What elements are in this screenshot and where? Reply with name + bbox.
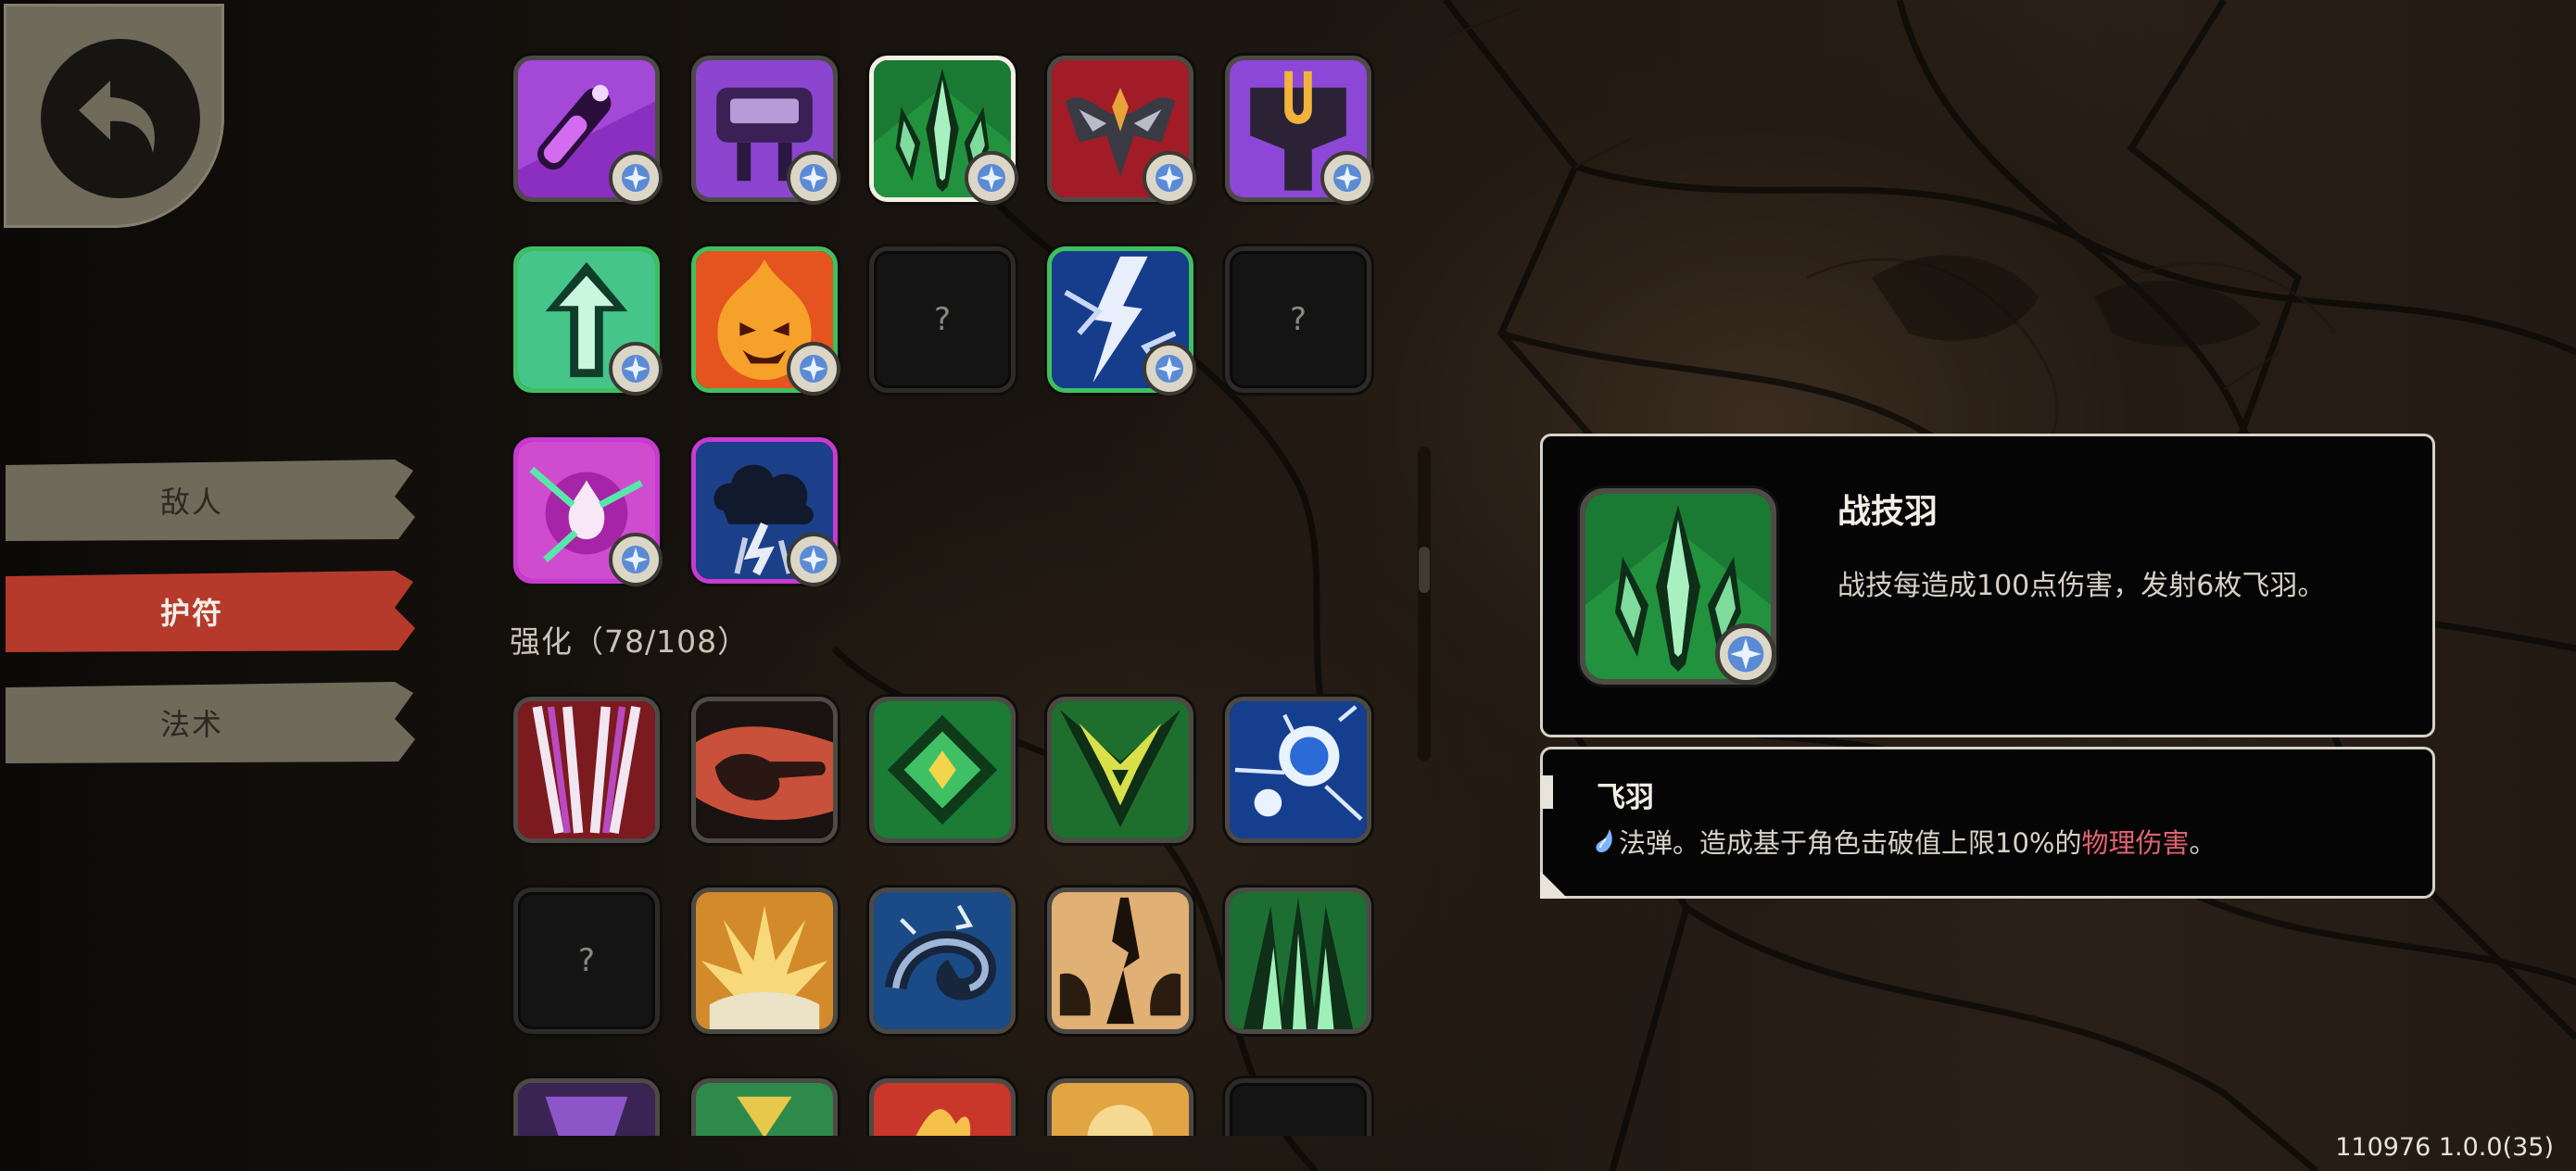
- amulet-slot-locked[interactable]: ?: [869, 246, 1016, 393]
- enhance-slot-winged-mask[interactable]: [1047, 697, 1193, 843]
- detail-description: 战技每造成100点伤害，发射6枚飞羽。: [1837, 570, 2326, 602]
- amulet-slot-battle-feather-selected[interactable]: [869, 56, 1018, 205]
- enhance-slot-pointing-hand[interactable]: [691, 697, 838, 843]
- enhance-slot-ground-burst[interactable]: [691, 888, 838, 1034]
- enhance-slot-crack-hands[interactable]: [1047, 888, 1193, 1034]
- enhance-slot-partial[interactable]: [1047, 1078, 1193, 1136]
- keyword-text-suffix: 。: [2189, 827, 2216, 859]
- tab-spells[interactable]: 法术: [6, 682, 415, 763]
- tab-spells-label: 法术: [159, 707, 223, 742]
- enhance-slot-storm-eel[interactable]: [869, 888, 1016, 1034]
- enhance-slot-partial-locked[interactable]: [1225, 1078, 1371, 1136]
- amulet-slot-magnet-shield[interactable]: [1225, 56, 1374, 205]
- amulet-slot-tree-arrow[interactable]: [513, 246, 663, 396]
- green-spikes-icon: [1230, 892, 1367, 1029]
- plus-star-badge-icon: [609, 151, 663, 205]
- plus-star-badge-icon: [1143, 151, 1196, 205]
- tab-enemies[interactable]: 敌人: [6, 460, 415, 541]
- keyword-text-prefix: 法弹。造成基于角色击破值上限10%的: [1619, 827, 2082, 859]
- fire-icon: [874, 1083, 1011, 1136]
- detail-amulet-icon: [1580, 488, 1776, 685]
- scrollbar-thumb[interactable]: [1419, 547, 1430, 593]
- green-diamond-icon: [874, 701, 1011, 838]
- enhance-slot-partial[interactable]: [869, 1078, 1016, 1136]
- locked-question-mark: ?: [577, 942, 596, 979]
- detail-title: 战技羽: [1837, 493, 1938, 531]
- plus-star-badge-icon: [1320, 151, 1374, 205]
- purple-armor-icon: [518, 1083, 655, 1136]
- enhance-slot-claw-streaks[interactable]: [513, 697, 660, 843]
- sun-icon: [1052, 1083, 1189, 1136]
- keyword-detail-panel: 飞羽 法弹。造成基于角色击破值上限10%的 物理伤害。: [1540, 747, 2435, 899]
- plus-star-badge-icon: [787, 533, 840, 586]
- amulet-slot-device[interactable]: [691, 56, 840, 205]
- tab-enemies-label: 敌人: [159, 485, 223, 520]
- enhance-slot-green-diamond[interactable]: [869, 697, 1016, 843]
- enhance-slot-locked[interactable]: ?: [513, 888, 660, 1034]
- electric-orb-icon: [1230, 701, 1367, 838]
- plus-star-badge-icon: [1715, 623, 1776, 685]
- keyword-description: 法弹。造成基于角色击破值上限10%的 物理伤害。: [1595, 822, 2216, 861]
- enhance-slot-electric-orb[interactable]: [1225, 697, 1371, 843]
- panel-corner: [1540, 871, 1568, 899]
- enhance-slot-partial[interactable]: [691, 1078, 838, 1136]
- plus-star-badge-icon: [609, 533, 663, 586]
- amulet-detail-panel: 战技羽 战技每造成100点伤害，发射6枚飞羽。: [1540, 434, 2435, 737]
- enhancement-section-title: 强化（78/108）: [510, 623, 750, 660]
- enhance-slot-partial[interactable]: [513, 1078, 660, 1136]
- locked-question-mark: ?: [933, 301, 952, 338]
- plus-star-badge-icon: [965, 151, 1018, 205]
- back-button-circle: [41, 39, 200, 198]
- back-arrow-icon: [79, 81, 155, 153]
- locked-question-mark: ?: [1289, 301, 1307, 338]
- keyword-highlight: 物理伤害: [2081, 827, 2190, 859]
- ground-burst-icon: [696, 892, 833, 1029]
- tab-amulets-label: 护符: [159, 596, 223, 631]
- amulet-slot-potion[interactable]: [513, 56, 663, 205]
- winged-mask-icon: [1052, 701, 1189, 838]
- amulet-slot-flame-face[interactable]: [691, 246, 840, 396]
- amulet-slot-horned-helm[interactable]: [1047, 56, 1196, 205]
- spell-bullet-icon: [1596, 829, 1612, 852]
- storm-eel-icon: [874, 892, 1011, 1029]
- pointing-hand-icon: [696, 701, 833, 838]
- plus-star-badge-icon: [1143, 342, 1196, 396]
- panel-marker: [1540, 775, 1553, 809]
- keyword-title: 飞羽: [1597, 781, 1654, 814]
- amulet-slot-lightning[interactable]: [1047, 246, 1196, 396]
- tab-amulets[interactable]: 护符: [6, 571, 415, 652]
- plus-star-badge-icon: [609, 342, 663, 396]
- plus-star-badge-icon: [787, 342, 840, 396]
- grid-row-clipped: [500, 1065, 1390, 1136]
- green-yellow-icon: [696, 1083, 833, 1136]
- amulet-slot-storm-cloud[interactable]: [691, 437, 840, 586]
- enhance-slot-green-spikes[interactable]: [1225, 888, 1371, 1034]
- crack-hands-icon: [1052, 892, 1189, 1029]
- scrollbar-track[interactable]: [1418, 447, 1431, 762]
- amulet-slot-locked[interactable]: ?: [1225, 246, 1371, 393]
- claw-streaks-icon: [518, 701, 655, 838]
- plus-star-badge-icon: [787, 151, 840, 205]
- version-label: 110976 1.0.0(35): [2335, 1133, 2554, 1162]
- game-screen: 敌人 护符 法术 ? ? 强化（78/108） ? 战技羽 战技每造成100点伤…: [0, 0, 2576, 1171]
- back-button[interactable]: [4, 4, 224, 228]
- amulet-slot-spirit-flame[interactable]: [513, 437, 663, 586]
